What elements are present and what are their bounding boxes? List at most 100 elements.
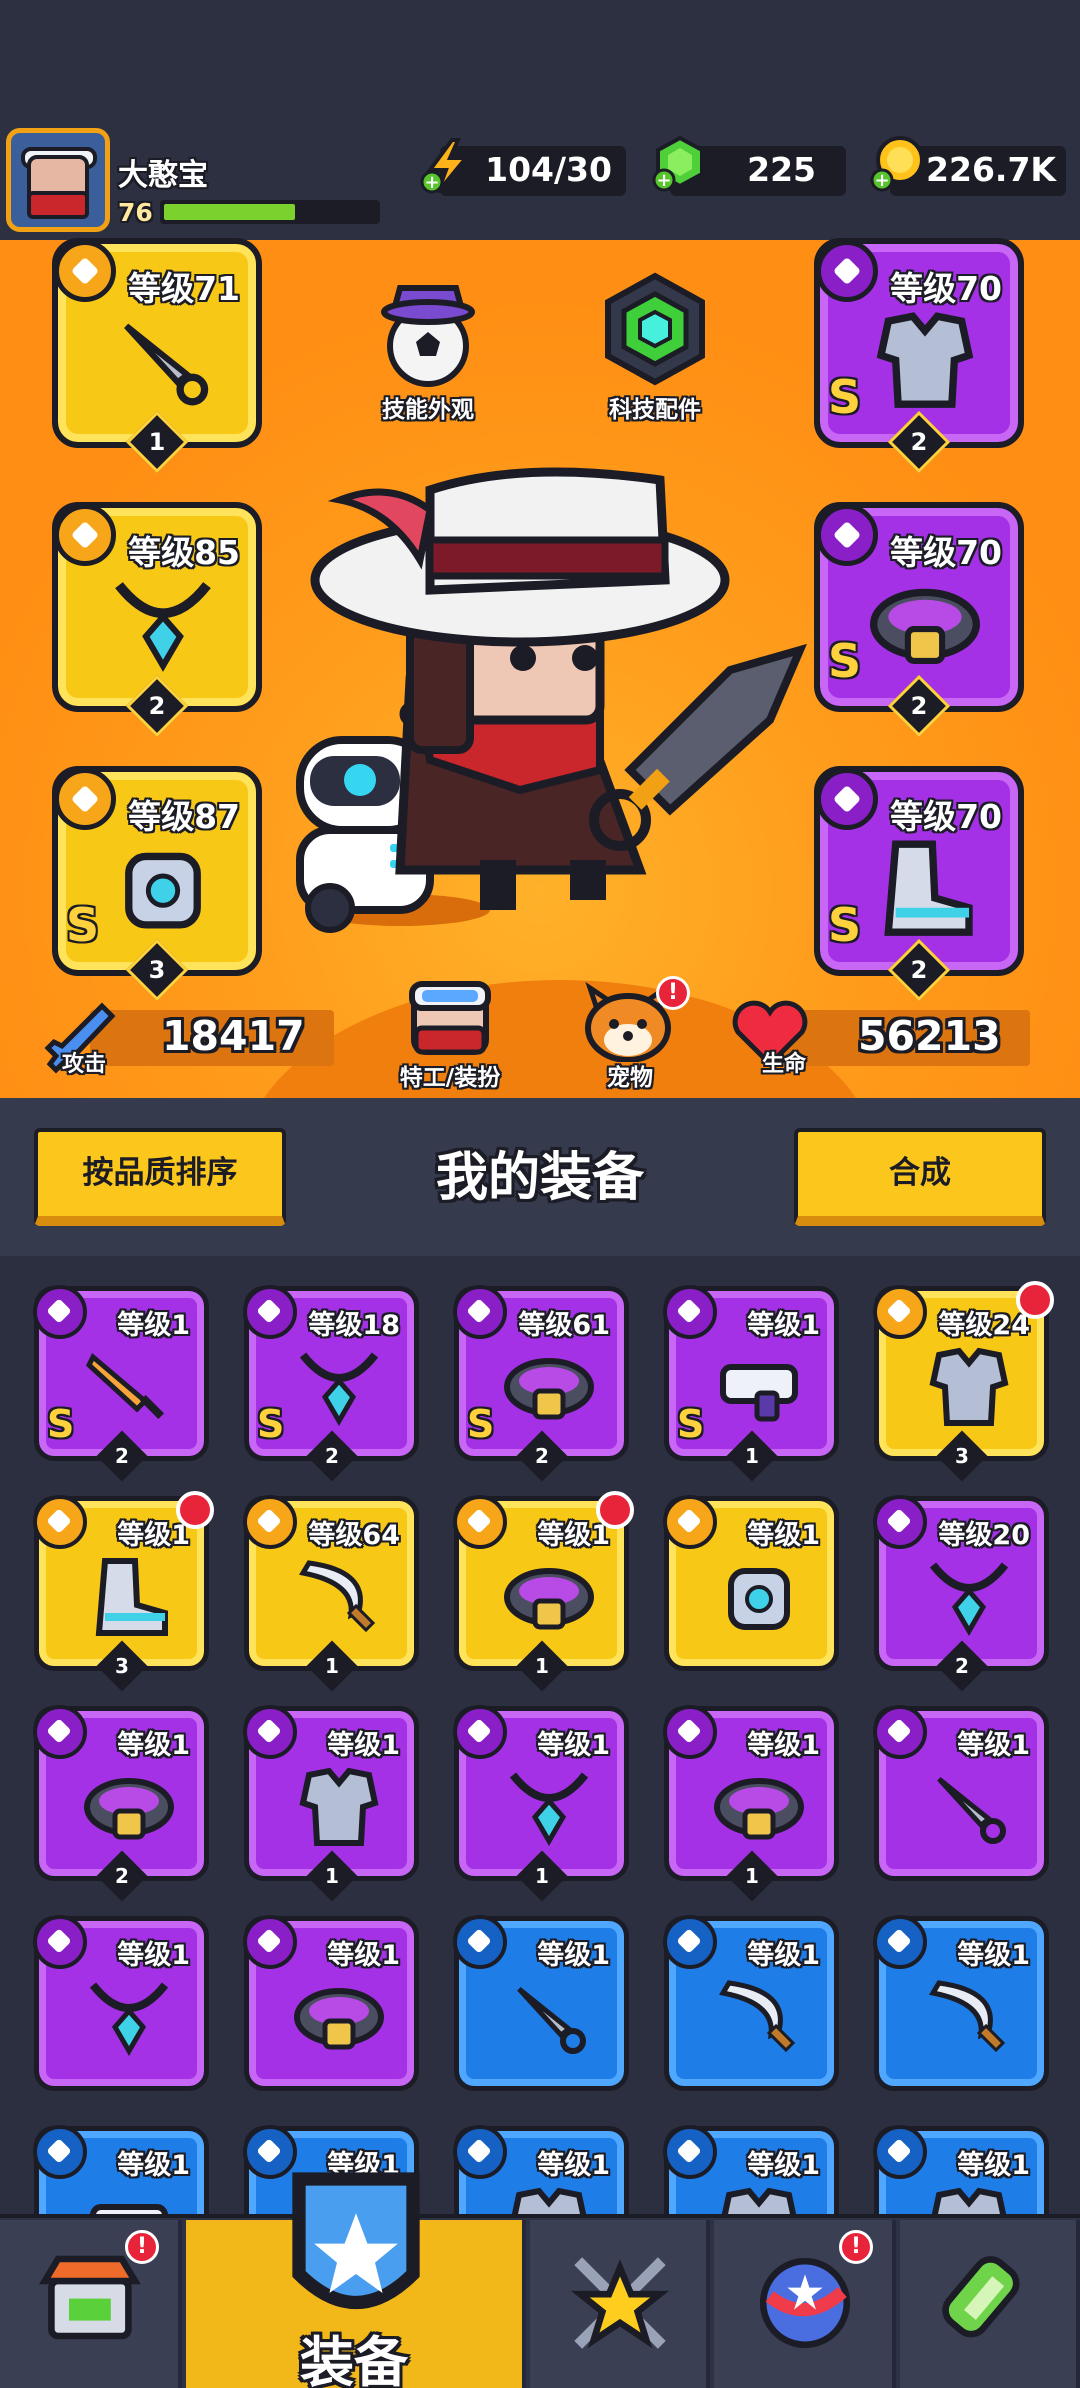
gem-icon[interactable]: + — [650, 134, 710, 194]
card-star-count: 2 — [96, 1430, 147, 1482]
hero-slot-1[interactable]: 等级71 1 — [52, 238, 262, 474]
blaster-icon — [709, 1341, 809, 1431]
equipment-card[interactable]: 等级1 2 — [33, 1705, 209, 1902]
equipment-card[interactable]: 等级1 — [873, 1705, 1049, 1881]
gold-icon[interactable]: + — [868, 134, 928, 194]
agent-head-icon — [409, 981, 491, 1055]
equipment-card[interactable]: 等级1 — [663, 1495, 839, 1671]
equipment-card[interactable]: 等级1 — [663, 1915, 839, 2091]
slot-type-icon — [816, 768, 878, 830]
card-type-icon — [873, 1705, 927, 1759]
card-level: 等级1 — [747, 2150, 820, 2181]
tech-parts-button[interactable]: 科技配件 — [590, 270, 720, 423]
card-level: 等级1 — [537, 1730, 610, 1761]
card-level: 等级1 — [327, 1730, 400, 1761]
card-level: 等级1 — [747, 1310, 820, 1341]
merge-button[interactable]: 合成 — [794, 1128, 1046, 1226]
card-rank-s: S — [47, 1402, 75, 1446]
equipment-card[interactable]: 等级1 — [873, 1915, 1049, 2091]
pet-button[interactable]: ! 宠物 — [570, 972, 690, 1096]
card-type-icon — [33, 1915, 87, 1969]
slot-level: 等级70 — [890, 533, 1002, 572]
slot-type-icon — [54, 240, 116, 302]
player-level: 76 — [118, 198, 153, 227]
slot-rank-s: S — [66, 898, 100, 952]
skill-skin-button[interactable]: 技能外观 — [368, 270, 488, 423]
equipment-card[interactable]: 等级1 1 — [453, 1491, 634, 1692]
kunai-icon — [98, 304, 228, 414]
hero-slot-5[interactable]: 等级70 S 2 — [814, 502, 1024, 738]
card-level: 等级1 — [537, 1940, 610, 1971]
equipment-card[interactable]: 等级61 S 2 — [453, 1285, 629, 1482]
equipment-card[interactable]: 等级1 1 — [663, 1705, 839, 1902]
card-level: 等级24 — [938, 1310, 1030, 1341]
card-level: 等级1 — [537, 2150, 610, 2181]
equipment-card[interactable]: 等级1 1 — [453, 1705, 629, 1902]
card-level: 等级1 — [117, 1310, 190, 1341]
boot-icon — [79, 1551, 179, 1641]
equipment-card[interactable]: 等级64 1 — [243, 1495, 419, 1692]
nav-tab-battle[interactable] — [530, 2220, 710, 2388]
card-type-icon — [33, 1705, 87, 1759]
card-type-icon — [663, 1285, 717, 1339]
sword-icon — [79, 1341, 179, 1431]
card-type-icon — [33, 1285, 87, 1339]
slot-type-icon — [54, 768, 116, 830]
hero-slot-3[interactable]: 等级87 S 3 — [52, 766, 262, 1002]
hero-slot-2[interactable]: 等级85 2 — [52, 502, 262, 738]
card-level: 等级1 — [327, 1940, 400, 1971]
slot-level: 等级70 — [890, 797, 1002, 836]
equipment-card[interactable]: 等级1 — [33, 2125, 209, 2214]
pet-alert-badge: ! — [656, 976, 690, 1010]
equipment-grid: 等级1 S 2 等级18 S 2 等级61 S 2 等级1 S 1 等级24 3 等级1 3 等级64 1 等级1 1… — [0, 1256, 1080, 2214]
xp-bar — [160, 200, 380, 224]
equipment-card[interactable]: 等级18 S 2 — [243, 1285, 419, 1482]
card-level: 等级1 — [117, 1940, 190, 1971]
card-type-icon — [243, 1285, 297, 1339]
equipment-card[interactable]: 等级20 2 — [873, 1495, 1049, 1692]
slot-type-icon — [54, 504, 116, 566]
hp-label: 生命 — [762, 1052, 807, 1077]
equipment-card[interactable]: 等级1 — [663, 2125, 839, 2214]
card-star-count: 2 — [96, 1850, 147, 1902]
nav-tab-equipment[interactable]: 装备 — [186, 2172, 526, 2388]
equipment-card[interactable]: 等级24 3 — [873, 1281, 1054, 1482]
equipment-card[interactable]: 等级1 — [33, 1915, 209, 2091]
equipment-card[interactable]: 等级1 — [453, 2125, 629, 2214]
boot-icon — [860, 832, 990, 942]
armor-icon — [289, 1761, 389, 1851]
card-type-icon — [453, 1285, 507, 1339]
equipment-card[interactable]: 等级1 1 — [243, 1705, 419, 1902]
equipment-card[interactable]: 等级1 S 1 — [663, 1285, 839, 1482]
energy-icon[interactable]: + — [418, 136, 478, 196]
nav-tab-evolution[interactable] — [900, 2220, 1080, 2388]
sort-by-quality-button[interactable]: 按品质排序 — [34, 1128, 286, 1226]
new-item-badge — [596, 1491, 634, 1529]
new-item-badge — [1016, 1281, 1054, 1319]
equipment-card[interactable]: 等级1 S 2 — [33, 1285, 209, 1482]
equipment-card[interactable]: 等级1 — [243, 1915, 419, 2091]
tech-hex-icon — [605, 272, 705, 386]
nav-tab-talent[interactable]: ! — [714, 2220, 896, 2388]
card-type-icon — [33, 1495, 87, 1549]
equipment-card[interactable]: 等级1 — [873, 2125, 1049, 2214]
card-star-count: 1 — [516, 1640, 567, 1692]
player-name: 大憨宝 — [118, 158, 208, 193]
belt-icon — [79, 1761, 179, 1851]
card-type-icon — [663, 1495, 717, 1549]
card-star-count: 2 — [306, 1430, 357, 1482]
equipment-card[interactable]: 等级1 3 — [33, 1491, 214, 1692]
player-avatar[interactable] — [6, 128, 110, 232]
nav-alert-badge: ! — [125, 2230, 159, 2264]
hero-slot-6[interactable]: 等级70 S 2 — [814, 766, 1024, 1002]
hero-slot-4[interactable]: 等级70 S 2 — [814, 238, 1024, 474]
blaster-icon — [79, 2181, 179, 2214]
armor-icon — [919, 2181, 1019, 2214]
hero-character[interactable] — [280, 440, 840, 960]
skin-hat-ball-icon — [381, 285, 475, 387]
agent-outfit-button[interactable]: 特工/装扮 — [370, 972, 530, 1096]
nav-tab-shop[interactable]: ! — [0, 2220, 182, 2388]
equipment-card[interactable]: 等级1 — [453, 1915, 629, 2091]
card-star-count: 2 — [936, 1640, 987, 1692]
card-rank-s: S — [467, 1402, 495, 1446]
